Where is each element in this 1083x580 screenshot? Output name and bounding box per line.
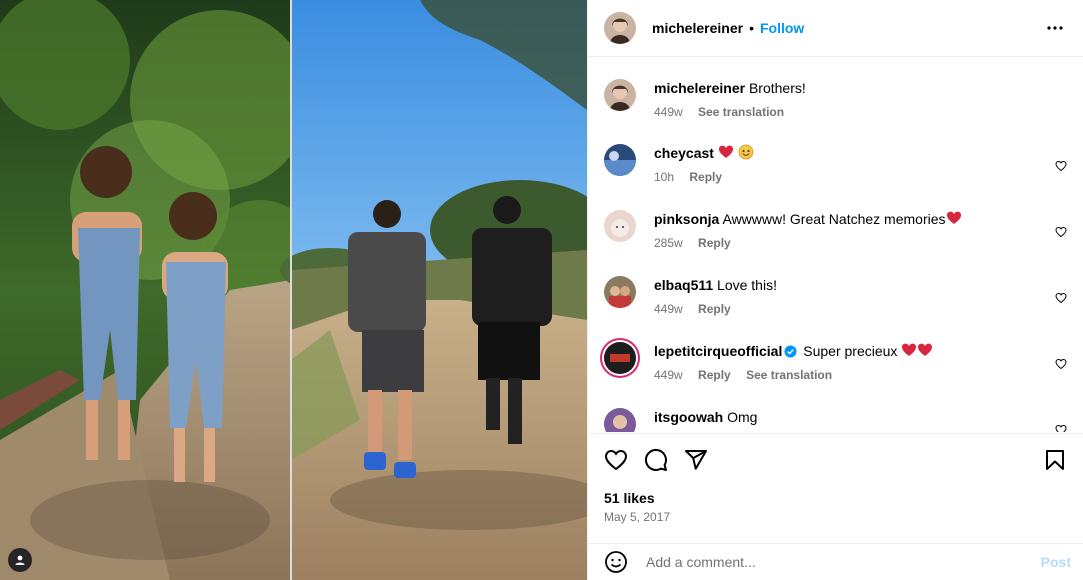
comments-list[interactable]: michelereiner Brothers! 449w See transla… [588, 57, 1083, 432]
comment-text: Omg [727, 409, 758, 425]
post-sidebar: michelereiner • Follow michelereiner Bro… [587, 0, 1083, 580]
comment-text: Super precieux [803, 343, 898, 359]
verified-badge-icon [784, 345, 797, 358]
red-heart-emoji-icon [718, 145, 733, 158]
comment-time[interactable]: 449w [654, 302, 683, 316]
emoji-icon[interactable] [604, 550, 628, 574]
reply-button[interactable]: Reply [698, 302, 731, 316]
action-bar: 51 likes May 5, 2017 [588, 433, 1083, 544]
comment-time[interactable]: 285w [654, 236, 683, 250]
caption-avatar[interactable] [604, 79, 636, 111]
comment-username[interactable]: lepetitcirqueofficial [654, 343, 782, 359]
commenter-avatar[interactable] [604, 144, 636, 176]
commenter-avatar[interactable] [604, 408, 636, 432]
comment-like-heart-icon[interactable] [1055, 292, 1067, 304]
comment-time[interactable]: 10h [654, 170, 674, 184]
comment-time[interactable]: 449w [654, 368, 683, 382]
comment-username[interactable]: cheycast [654, 145, 714, 161]
reply-button[interactable]: Reply [689, 170, 722, 184]
comment-username[interactable]: pinksonja [654, 211, 719, 227]
caption-time[interactable]: 449w [654, 105, 683, 119]
comment-composer: Post [588, 543, 1083, 580]
caption-text: Brothers! [748, 80, 806, 96]
red-heart-emoji-icon [902, 343, 917, 356]
user-tag-icon[interactable] [8, 548, 32, 572]
photo-collage [0, 0, 587, 580]
comment-like-heart-icon[interactable] [1055, 226, 1067, 238]
person-icon [15, 555, 25, 565]
comment-username[interactable]: elbaq511 [654, 277, 713, 293]
author-avatar[interactable] [604, 12, 636, 44]
comment-like-heart-icon[interactable] [1055, 160, 1067, 172]
post-image[interactable] [0, 0, 587, 580]
comment-username[interactable]: itsgoowah [654, 409, 723, 425]
share-icon[interactable] [684, 448, 708, 472]
post-date[interactable]: May 5, 2017 [604, 510, 670, 524]
separator-dot: • [749, 20, 754, 36]
comment-input[interactable] [644, 553, 1041, 571]
comment-icon[interactable] [644, 448, 668, 472]
author-username[interactable]: michelereiner [652, 20, 743, 36]
bookmark-icon[interactable] [1043, 448, 1067, 472]
comment-text: Love this! [717, 277, 777, 293]
comment-like-heart-icon[interactable] [1055, 424, 1067, 432]
comment-like-heart-icon[interactable] [1055, 358, 1067, 370]
caption-username[interactable]: michelereiner [654, 80, 745, 96]
commenter-avatar[interactable] [604, 276, 636, 308]
post-dialog: michelereiner • Follow michelereiner Bro… [0, 0, 1083, 580]
heart-icon[interactable] [604, 448, 628, 472]
more-options-icon[interactable] [1043, 16, 1067, 40]
post-comment-button[interactable]: Post [1041, 554, 1071, 570]
comment-text: Awwwww! Great Natchez memories [722, 211, 946, 227]
red-heart-emoji-icon [918, 343, 933, 356]
follow-button[interactable]: Follow [760, 20, 804, 36]
commenter-avatar[interactable] [604, 342, 636, 374]
reply-button[interactable]: Reply [698, 368, 731, 382]
red-heart-emoji-icon [946, 211, 961, 224]
smiling-face-emoji-icon [738, 144, 754, 160]
post-header: michelereiner • Follow [588, 0, 1083, 57]
commenter-avatar[interactable] [604, 210, 636, 242]
see-translation-button[interactable]: See translation [746, 368, 832, 382]
see-translation-button[interactable]: See translation [698, 105, 784, 119]
likes-count[interactable]: 51 likes [604, 490, 655, 506]
reply-button[interactable]: Reply [698, 236, 731, 250]
